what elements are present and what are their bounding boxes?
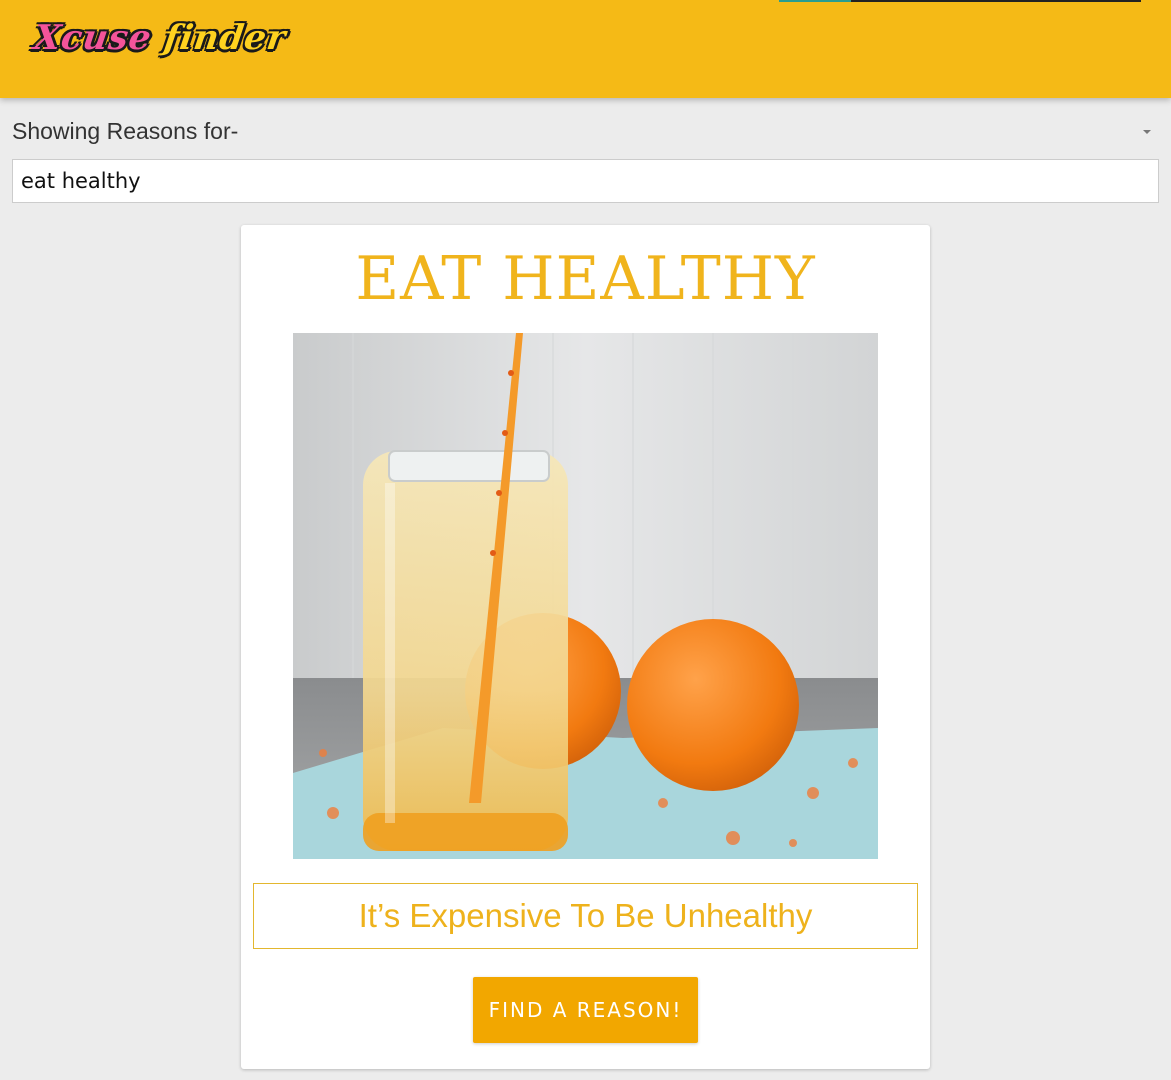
- drink-photo: [293, 333, 878, 859]
- reason-text: It’s Expensive To Be Unhealthy: [253, 883, 918, 949]
- topbar-dark-line: [851, 0, 1141, 2]
- showing-reasons-label: Showing Reasons for-: [12, 118, 239, 144]
- search-input[interactable]: [12, 159, 1159, 203]
- find-reason-button[interactable]: FIND A REASON!: [473, 977, 698, 1043]
- card-title: EAT HEALTHY: [355, 244, 816, 314]
- topbar-accent-line: [779, 0, 851, 2]
- top-app-bar: Xcuse finder: [0, 0, 1171, 98]
- caret-down-icon[interactable]: [1143, 130, 1151, 134]
- logo-word-1: Xcuse: [31, 18, 155, 58]
- logo-word-2: finder: [161, 18, 289, 58]
- app-logo[interactable]: Xcuse finder: [31, 18, 289, 58]
